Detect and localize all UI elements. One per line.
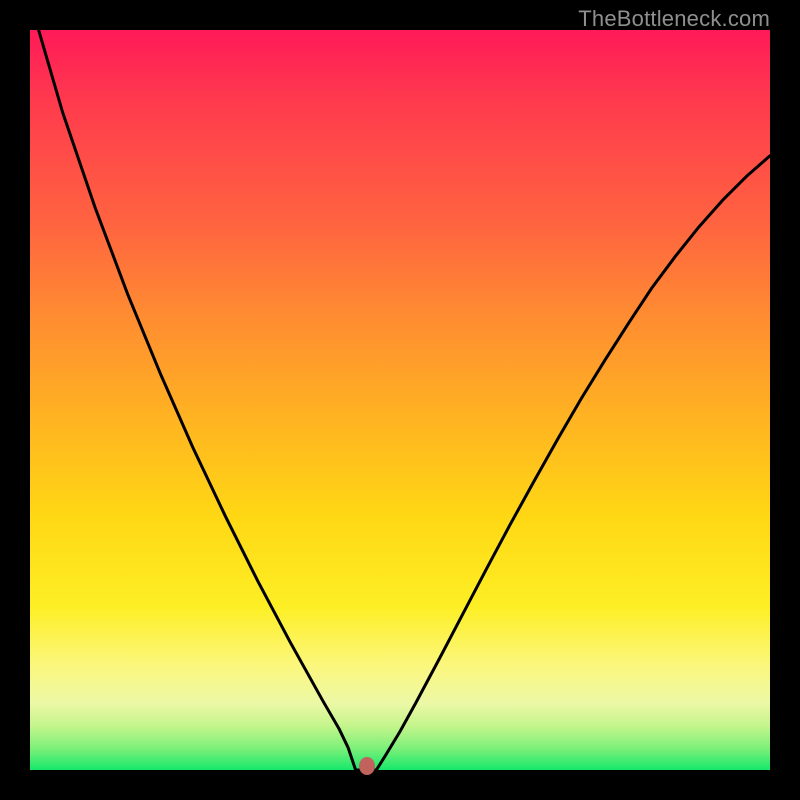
curve-svg — [30, 30, 770, 770]
bottleneck-curve — [30, 0, 770, 770]
optimum-marker-icon — [359, 757, 375, 775]
plot-area — [30, 30, 770, 770]
chart-container: TheBottleneck.com — [0, 0, 800, 800]
watermark-text: TheBottleneck.com — [578, 6, 770, 32]
